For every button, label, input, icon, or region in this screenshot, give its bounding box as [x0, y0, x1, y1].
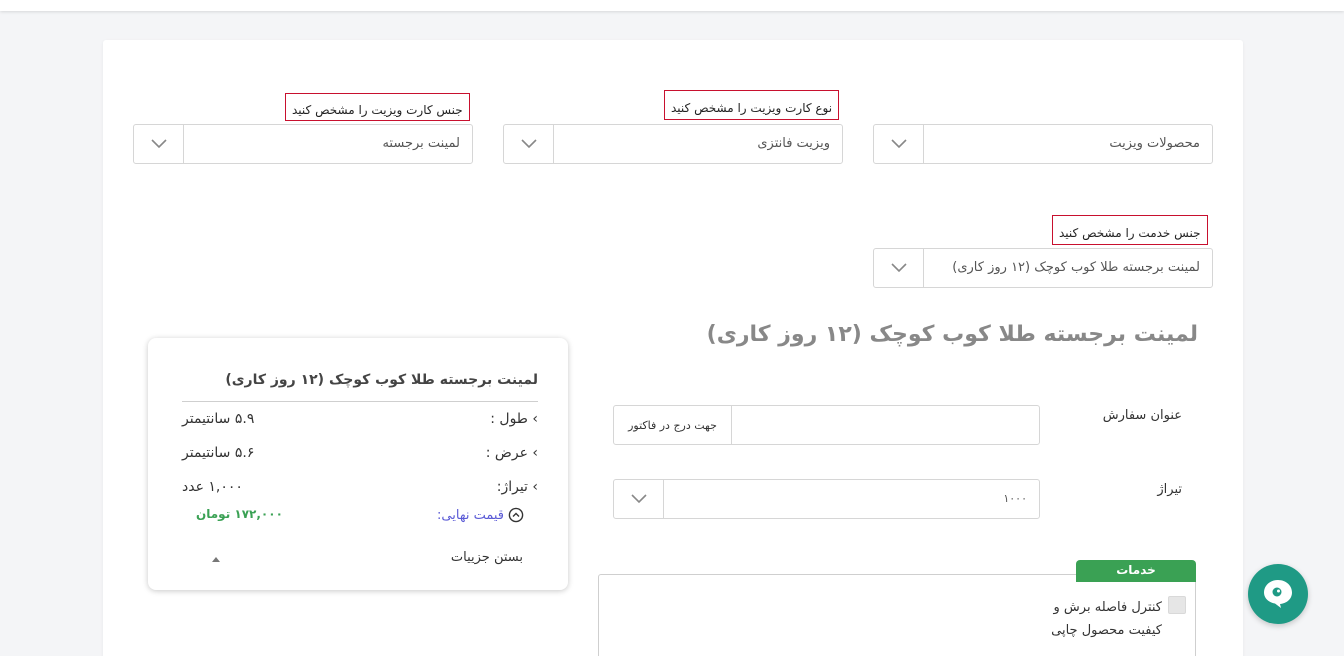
order-title-field[interactable]: جهت درج در فاکتور [613, 405, 1040, 445]
chevron-down-icon[interactable] [504, 125, 554, 163]
summary-quantity-key: › تیراژ: [496, 479, 538, 495]
summary-length-key: › طول : [490, 411, 538, 427]
service-checkbox[interactable] [1168, 596, 1186, 614]
final-price-value: ۱۷۲,۰۰۰ تومان [196, 507, 283, 521]
final-price-key: قیمت نهایی: [437, 507, 504, 523]
service-type-select[interactable]: لمینت برجسته طلا کوب کوچک (۱۲ روز کاری) [873, 248, 1213, 288]
top-bar [0, 0, 1344, 11]
summary-divider [182, 401, 538, 402]
order-title-addon: جهت درج در فاکتور [614, 406, 732, 444]
summary-width-row: › عرض : ۵.۶ سانتیمتر [182, 445, 538, 465]
chevron-down-icon[interactable] [614, 480, 664, 518]
card-material-value: لمینت برجسته [382, 136, 460, 151]
card-type-label: نوع کارت ویزیت را مشخص کنید [664, 90, 840, 120]
summary-width-value: ۵.۶ سانتیمتر [182, 445, 255, 461]
chevron-down-icon[interactable] [134, 125, 184, 163]
order-summary-card: لمینت برجسته طلا کوب کوچک (۱۲ روز کاری) … [148, 338, 568, 590]
product-heading: لمینت برجسته طلا کوب کوچک (۱۲ روز کاری) [706, 322, 1198, 347]
chevron-down-icon[interactable] [874, 249, 924, 287]
chat-button[interactable] [1248, 564, 1308, 624]
card-material-label: جنس کارت ویزیت را مشخص کنید [285, 93, 470, 121]
card-type-value: ویزیت فانتزی [757, 136, 830, 151]
quantity-label: تیراژ [1157, 482, 1182, 497]
card-material-select[interactable]: لمینت برجسته [133, 124, 473, 164]
quantity-value: ۱۰۰۰ [1003, 492, 1027, 505]
summary-quantity-row: › تیراژ: ۱,۰۰۰ عدد [182, 479, 538, 499]
quantity-select[interactable]: ۱۰۰۰ [613, 479, 1040, 519]
caret-up-icon[interactable] [212, 557, 220, 562]
service-item-label: کنترل فاصله برش و کیفیت محصول چاپی [1051, 600, 1162, 638]
summary-width-key: › عرض : [485, 445, 538, 461]
summary-length-row: › طول : ۵.۹ سانتیمتر [182, 411, 538, 431]
summary-title: لمینت برجسته طلا کوب کوچک (۱۲ روز کاری) [225, 372, 538, 388]
product-category-value: محصولات ویزیت [1109, 136, 1200, 151]
summary-quantity-value: ۱,۰۰۰ عدد [182, 479, 243, 495]
summary-length-value: ۵.۹ سانتیمتر [182, 411, 255, 427]
service-type-label: جنس خدمت را مشخص کنید [1052, 215, 1208, 245]
services-tab: خدمات [1076, 560, 1196, 582]
service-type-value: لمینت برجسته طلا کوب کوچک (۱۲ روز کاری) [952, 260, 1200, 275]
chevron-down-icon[interactable] [874, 125, 924, 163]
final-price-row: قیمت نهایی: ۱۷۲,۰۰۰ تومان [196, 507, 524, 527]
close-details-link[interactable]: بستن جزییات [451, 550, 523, 565]
chat-bubble-icon [1264, 580, 1292, 608]
final-price-toggle[interactable]: قیمت نهایی: [437, 507, 524, 523]
card-type-select[interactable]: ویزیت فانتزی [503, 124, 843, 164]
order-title-label: عنوان سفارش [1102, 408, 1182, 423]
order-title-input[interactable] [732, 406, 1039, 444]
product-category-select[interactable]: محصولات ویزیت [873, 124, 1213, 164]
chevron-up-circle-icon [508, 507, 524, 523]
